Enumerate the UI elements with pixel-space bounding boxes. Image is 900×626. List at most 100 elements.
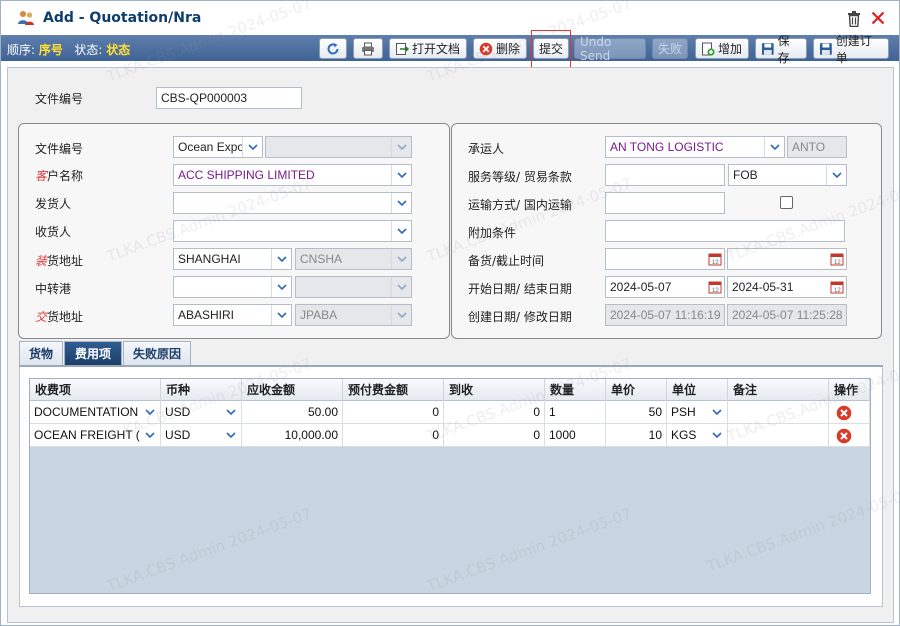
col-unit-price[interactable]: 单价 xyxy=(606,379,667,401)
pod-label: 交货地址 xyxy=(35,310,84,324)
pod-select[interactable]: ABASHIRI xyxy=(173,304,292,326)
col-receivable[interactable]: 应收金额 xyxy=(242,379,343,401)
charge-item-cell[interactable]: OCEAN FREIGHT ( xyxy=(30,424,161,447)
pol-value: SHANGHAI xyxy=(178,252,241,266)
chevron-down-icon xyxy=(391,137,411,157)
col-currency[interactable]: 币种 xyxy=(161,379,242,401)
currency-cell[interactable]: USD xyxy=(161,424,242,447)
calendar-icon[interactable]: 12 xyxy=(708,252,722,266)
date-range-label: 开始日期/ 结束日期 xyxy=(468,282,572,296)
tab-cargo[interactable]: 货物 xyxy=(19,341,63,365)
start-date-value: 2024-05-07 xyxy=(610,280,672,294)
col-quantity[interactable]: 数量 xyxy=(545,379,606,401)
cutoff-end-input[interactable]: 12 xyxy=(727,248,847,270)
chevron-down-icon xyxy=(271,249,291,269)
shipper-select[interactable] xyxy=(173,192,412,214)
cutoff-start-input[interactable]: 12 xyxy=(605,248,725,270)
pol-code-value: CNSHA xyxy=(300,252,343,266)
calendar-icon[interactable]: 12 xyxy=(830,280,844,294)
delete-row-icon[interactable] xyxy=(836,428,852,444)
carrier-select[interactable]: AN TONG LOGISTIC xyxy=(605,136,785,158)
incoterm-value: FOB xyxy=(733,168,758,182)
table-row[interactable]: OCEAN FREIGHT ( USD 10,000.00 0 0 1000 1… xyxy=(30,424,870,447)
col-unit[interactable]: 单位 xyxy=(667,379,728,401)
close-icon[interactable] xyxy=(871,11,885,25)
chevron-down-icon xyxy=(391,193,411,213)
tab-fail-reason[interactable]: 失败原因 xyxy=(123,341,191,365)
start-date-input[interactable]: 2024-05-07 12 xyxy=(605,276,725,298)
collect-cell[interactable]: 0 xyxy=(444,401,545,424)
save-button[interactable]: 保存 xyxy=(755,34,807,65)
extra-terms-input[interactable] xyxy=(605,220,845,242)
service-level-input[interactable] xyxy=(605,164,725,186)
currency-cell[interactable]: USD xyxy=(161,401,242,424)
chevron-down-icon xyxy=(242,137,262,157)
undo-send-button[interactable]: Undo Send xyxy=(574,35,646,63)
unit-cell[interactable]: PSH xyxy=(667,401,728,424)
prepaid-cell[interactable]: 0 xyxy=(343,401,444,424)
add-button[interactable]: 增加 xyxy=(695,38,749,59)
required-mark: 客 xyxy=(35,169,48,183)
customer-select[interactable]: ACC SHIPPING LIMITED xyxy=(173,164,412,186)
pod-code-select[interactable]: JPABA xyxy=(295,304,412,326)
print-button[interactable] xyxy=(353,38,383,59)
col-collect[interactable]: 到收 xyxy=(444,379,545,401)
pol-code-select[interactable]: CNSHA xyxy=(295,248,412,270)
domestic-transport-checkbox[interactable] xyxy=(780,196,793,209)
col-action[interactable]: 操作 xyxy=(829,379,870,401)
remark-cell[interactable] xyxy=(728,401,829,424)
pod-value: ABASHIRI xyxy=(178,308,235,322)
trash-icon[interactable] xyxy=(847,11,861,27)
carrier-code-field[interactable]: ANTO xyxy=(787,136,847,158)
open-document-button[interactable]: 打开文档 xyxy=(389,38,467,59)
extra-terms-label: 附加条件 xyxy=(468,226,517,240)
collect-cell[interactable]: 0 xyxy=(444,424,545,447)
add-label: 增加 xyxy=(718,42,743,56)
grid-header: 收费项 币种 应收金额 预付费金额 到收 数量 单价 单位 备注 操作 xyxy=(30,379,870,401)
quantity-cell[interactable]: 1000 xyxy=(545,424,606,447)
action-cell xyxy=(829,424,870,447)
transit-select[interactable] xyxy=(173,276,292,298)
pol-label: 装货地址 xyxy=(35,254,84,268)
transit-code-select[interactable] xyxy=(295,276,412,298)
doc-sub-select[interactable] xyxy=(265,136,412,158)
consignee-label: 收货人 xyxy=(35,225,72,239)
remark-cell[interactable] xyxy=(728,424,829,447)
create-order-button[interactable]: 创建订单 xyxy=(813,34,889,65)
table-row[interactable]: DOCUMENTATION USD 50.00 0 0 1 50 PSH xyxy=(30,401,870,424)
incoterm-select[interactable]: FOB xyxy=(728,164,847,186)
chevron-down-icon xyxy=(391,165,411,185)
refresh-button[interactable] xyxy=(319,38,347,59)
pol-select[interactable]: SHANGHAI xyxy=(173,248,292,270)
delete-button[interactable]: 删除 xyxy=(473,38,527,59)
unit-cell[interactable]: KGS xyxy=(667,424,728,447)
charge-item-cell[interactable]: DOCUMENTATION xyxy=(30,401,161,424)
prepaid-cell[interactable]: 0 xyxy=(343,424,444,447)
delete-row-icon[interactable] xyxy=(836,405,852,421)
doc-type-value: Ocean Expo xyxy=(178,140,245,154)
receivable-cell[interactable]: 50.00 xyxy=(242,401,343,424)
fail-button[interactable]: 失败 xyxy=(652,38,688,59)
calendar-icon[interactable]: 12 xyxy=(708,280,722,294)
save-label: 保存 xyxy=(777,33,790,65)
charges-grid: 收费项 币种 应收金额 预付费金额 到收 数量 单价 单位 备注 操作 DOCU… xyxy=(29,378,871,594)
quantity-cell[interactable]: 1 xyxy=(545,401,606,424)
chevron-down-icon xyxy=(764,137,784,157)
create-order-label: 创建订单 xyxy=(835,33,872,65)
header-doc-no-input[interactable]: CBS-QP000003 xyxy=(156,87,302,109)
receivable-cell[interactable]: 10,000.00 xyxy=(242,424,343,447)
calendar-icon[interactable]: 12 xyxy=(830,252,844,266)
doc-type-select[interactable]: Ocean Expo xyxy=(173,136,263,158)
end-date-input[interactable]: 2024-05-31 12 xyxy=(727,276,847,298)
action-cell xyxy=(829,401,870,424)
end-date-value: 2024-05-31 xyxy=(732,280,794,294)
col-prepaid[interactable]: 预付费金额 xyxy=(343,379,444,401)
col-remark[interactable]: 备注 xyxy=(728,379,829,401)
unit-price-cell[interactable]: 10 xyxy=(606,424,667,447)
header-doc-no-label: 文件编号 xyxy=(35,92,84,106)
unit-price-cell[interactable]: 50 xyxy=(606,401,667,424)
tab-charges[interactable]: 费用项 xyxy=(64,341,122,365)
transport-mode-input[interactable] xyxy=(605,192,725,214)
col-charge-item[interactable]: 收费项 xyxy=(30,379,161,401)
consignee-select[interactable] xyxy=(173,220,412,242)
